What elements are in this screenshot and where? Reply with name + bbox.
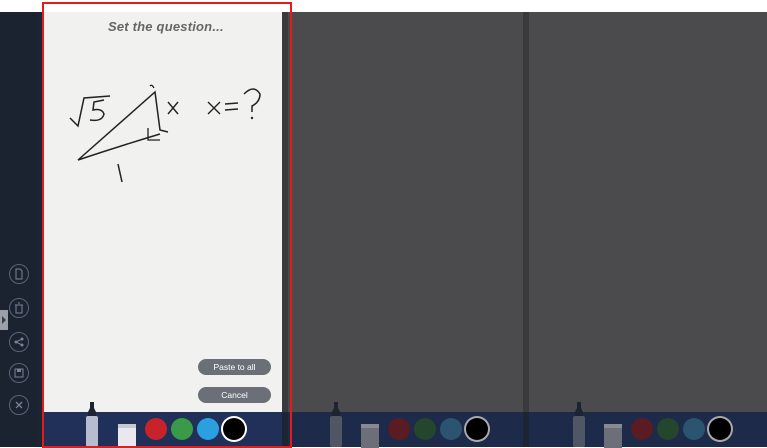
- color-swatch-green[interactable]: [414, 418, 436, 440]
- eraser-icon[interactable]: [118, 424, 136, 448]
- canvas-panel-3[interactable]: [529, 12, 767, 412]
- eraser-icon[interactable]: [604, 424, 622, 448]
- share-icon[interactable]: [9, 332, 29, 352]
- color-swatch-black[interactable]: [466, 418, 488, 440]
- color-swatch-blue[interactable]: [683, 418, 705, 440]
- close-icon[interactable]: [9, 395, 29, 415]
- canvas-panel-2[interactable]: [288, 12, 523, 412]
- document-icon[interactable]: [9, 264, 29, 284]
- color-swatch-green[interactable]: [657, 418, 679, 440]
- trash-icon[interactable]: [9, 298, 29, 318]
- color-swatch-red[interactable]: [388, 418, 410, 440]
- cancel-button[interactable]: Cancel: [198, 387, 271, 403]
- paste-to-all-button[interactable]: Paste to all: [198, 359, 271, 375]
- marker-pen-icon[interactable]: [82, 402, 102, 447]
- question-prompt: Set the question...: [108, 19, 224, 34]
- color-swatch-black[interactable]: [223, 418, 245, 440]
- color-swatch-red[interactable]: [145, 418, 167, 440]
- left-sidebar: [0, 12, 38, 447]
- marker-pen-icon[interactable]: [326, 402, 346, 447]
- color-swatch-green[interactable]: [171, 418, 193, 440]
- handwriting-sketch: [69, 84, 261, 183]
- color-swatch-blue[interactable]: [440, 418, 462, 440]
- eraser-icon[interactable]: [361, 424, 379, 448]
- marker-pen-icon[interactable]: [569, 402, 589, 447]
- expand-left-tab[interactable]: [0, 310, 8, 330]
- save-icon[interactable]: [9, 363, 29, 383]
- color-swatch-black[interactable]: [709, 418, 731, 440]
- color-swatch-blue[interactable]: [197, 418, 219, 440]
- canvas-panel-1[interactable]: [44, 12, 282, 412]
- color-swatch-red[interactable]: [631, 418, 653, 440]
